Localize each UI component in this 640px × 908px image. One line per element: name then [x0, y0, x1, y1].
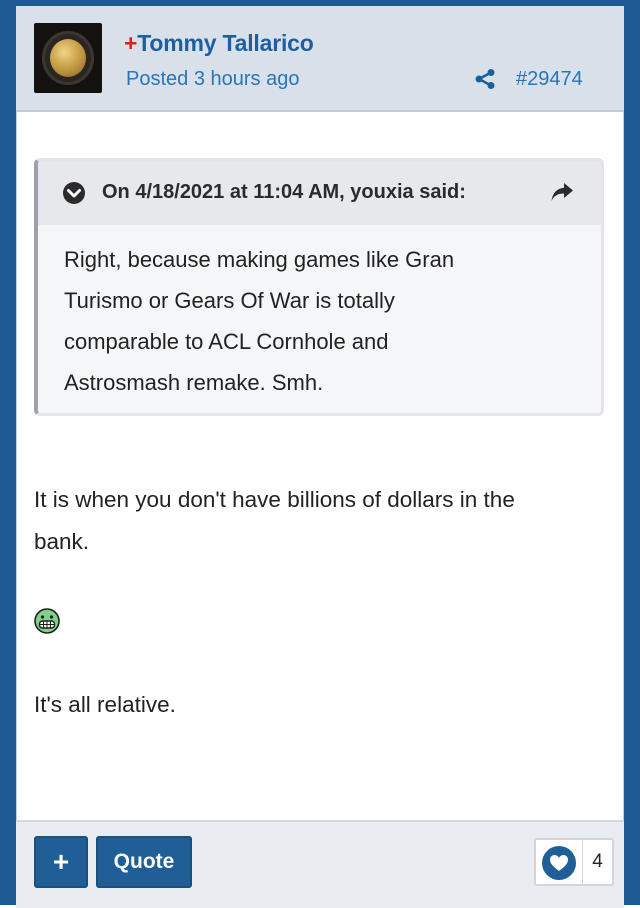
reply-arrow-icon[interactable]: [550, 181, 574, 203]
post-number-link[interactable]: #29474: [516, 68, 583, 91]
share-icon[interactable]: [474, 68, 496, 90]
multiquote-button[interactable]: +: [34, 836, 88, 888]
post-card: +Tommy Tallarico Posted 3 hours ago #294…: [0, 0, 640, 908]
posted-time[interactable]: Posted 3 hours ago: [126, 68, 299, 91]
reaction-button[interactable]: 4: [534, 838, 614, 886]
heart-icon[interactable]: [542, 846, 576, 880]
grinning-face-icon: [34, 608, 60, 634]
post-footer: + Quote 4: [16, 820, 624, 908]
reaction-count[interactable]: 4: [582, 840, 612, 884]
avatar-knob: [50, 39, 86, 77]
chevron-down-icon[interactable]: [62, 181, 86, 205]
quote-block: On 4/18/2021 at 11:04 AM, youxia said: R…: [34, 158, 604, 416]
post-header: +Tommy Tallarico Posted 3 hours ago #294…: [16, 6, 624, 112]
post-line: It is when you don't have billions of do…: [34, 487, 515, 512]
quote-button[interactable]: Quote: [96, 836, 192, 888]
post-closing-line: It's all relative.: [34, 692, 176, 717]
quote-line: comparable to ACL Cornhole and: [64, 329, 389, 354]
post-paragraph: It is when you don't have billions of do…: [34, 479, 614, 563]
quote-citation: On 4/18/2021 at 11:04 AM, youxia said:: [102, 181, 466, 203]
author-prefix: +: [124, 30, 138, 56]
quote-line: Astrosmash remake. Smh.: [64, 370, 324, 395]
author-name[interactable]: +Tommy Tallarico: [124, 30, 314, 57]
post-line: bank.: [34, 529, 90, 554]
quote-text: Right, because making games like Gran Tu…: [64, 239, 584, 403]
avatar[interactable]: [34, 23, 102, 93]
quote-header[interactable]: On 4/18/2021 at 11:04 AM, youxia said:: [38, 161, 601, 225]
quote-line: Turismo or Gears Of War is totally: [64, 288, 395, 313]
author-name-text[interactable]: Tommy Tallarico: [137, 30, 314, 56]
quote-line: Right, because making games like Gran: [64, 247, 455, 272]
